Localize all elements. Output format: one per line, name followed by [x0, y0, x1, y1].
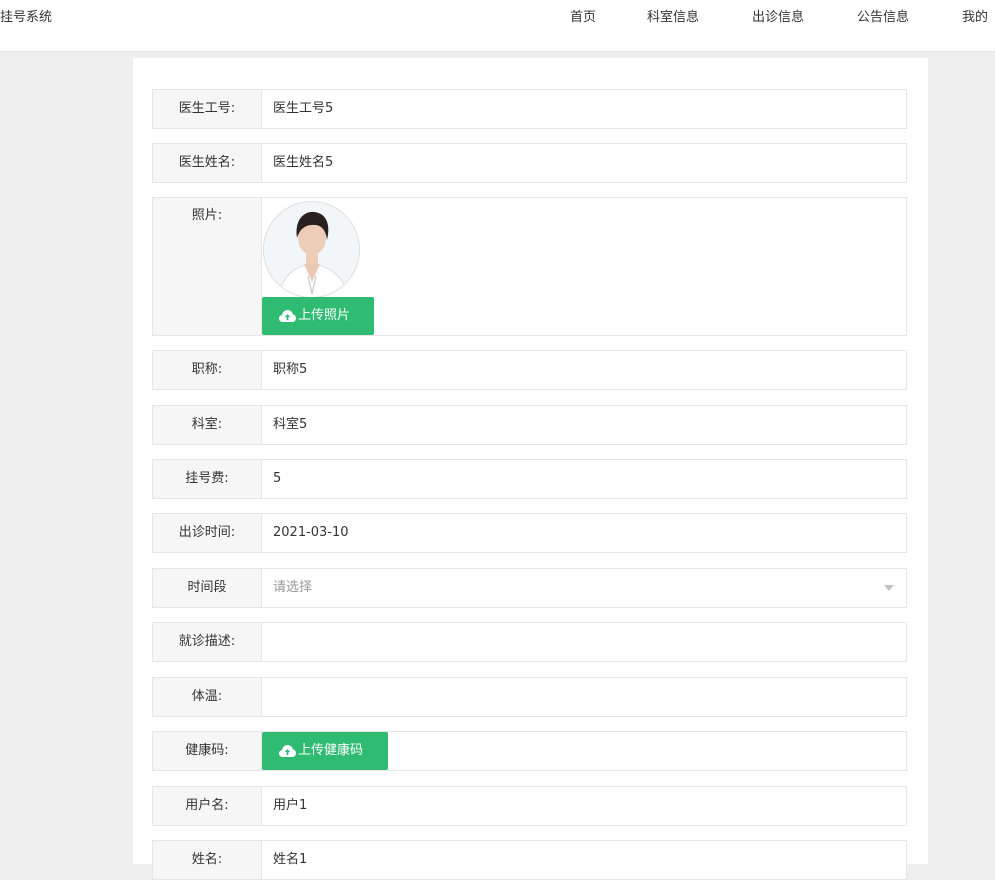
- period-select[interactable]: 请选择: [273, 569, 312, 607]
- form-row-fee: 挂号费: 5: [152, 459, 907, 499]
- main-nav: 首页 科室信息 出诊信息 公告信息 我的: [0, 6, 995, 26]
- date-label: 出诊时间:: [153, 514, 262, 552]
- form-row-username: 用户名: 用户1: [152, 786, 907, 826]
- doctor-portrait-icon: [264, 202, 359, 297]
- temperature-label: 体温:: [153, 678, 262, 716]
- doctor-photo: [263, 201, 360, 298]
- health-code-label: 健康码:: [153, 732, 262, 770]
- title-label: 职称:: [153, 351, 262, 389]
- doctor-id-label: 医生工号:: [153, 90, 262, 128]
- form-row-realname: 姓名: 姓名1: [152, 840, 907, 880]
- nav-item-departments[interactable]: 科室信息: [647, 6, 699, 25]
- form-row-date: 出诊时间: 2021-03-10: [152, 513, 907, 553]
- upload-health-code-button[interactable]: 上传健康码: [262, 732, 388, 770]
- username-label: 用户名:: [153, 787, 262, 825]
- nav-item-announcements[interactable]: 公告信息: [857, 6, 909, 25]
- top-navigation-bar: 挂号系统 首页 科室信息 出诊信息 公告信息 我的: [0, 0, 995, 52]
- period-label: 时间段: [153, 569, 262, 607]
- upload-photo-button[interactable]: 上传照片: [262, 297, 374, 335]
- doctor-name-label: 医生姓名:: [153, 144, 262, 182]
- nav-item-mine[interactable]: 我的: [962, 6, 988, 25]
- username-input[interactable]: 用户1: [273, 787, 307, 825]
- photo-label: 照片:: [153, 198, 262, 335]
- upload-photo-label: 上传照片: [298, 308, 351, 323]
- doctor-id-input[interactable]: 医生工号5: [273, 90, 333, 128]
- date-input[interactable]: 2021-03-10: [273, 514, 349, 552]
- form-row-description: 就诊描述:: [152, 622, 907, 662]
- form-row-photo: 照片: 上传照片: [152, 197, 907, 336]
- form-row-period[interactable]: 时间段 请选择: [152, 568, 907, 608]
- form-row-temperature: 体温:: [152, 677, 907, 717]
- nav-item-home[interactable]: 首页: [570, 6, 596, 25]
- nav-item-schedules[interactable]: 出诊信息: [752, 6, 804, 25]
- department-label: 科室:: [153, 406, 262, 444]
- cloud-upload-icon: [279, 310, 296, 322]
- form-row-health-code: 健康码: 上传健康码: [152, 731, 907, 771]
- fee-input[interactable]: 5: [273, 460, 281, 498]
- form-row-title: 职称: 职称5: [152, 350, 907, 390]
- realname-input[interactable]: 姓名1: [273, 841, 307, 879]
- form-row-department: 科室: 科室5: [152, 405, 907, 445]
- cloud-upload-icon: [279, 745, 296, 757]
- realname-label: 姓名:: [153, 841, 262, 879]
- department-input[interactable]: 科室5: [273, 406, 307, 444]
- form-row-doctor-id: 医生工号: 医生工号5: [152, 89, 907, 129]
- title-input[interactable]: 职称5: [273, 351, 307, 389]
- form-row-doctor-name: 医生姓名: 医生姓名5: [152, 143, 907, 183]
- fee-label: 挂号费:: [153, 460, 262, 498]
- caret-down-icon[interactable]: [884, 585, 894, 591]
- description-label: 就诊描述:: [153, 623, 262, 661]
- doctor-name-input[interactable]: 医生姓名5: [273, 144, 333, 182]
- upload-health-code-label: 上传健康码: [298, 743, 364, 758]
